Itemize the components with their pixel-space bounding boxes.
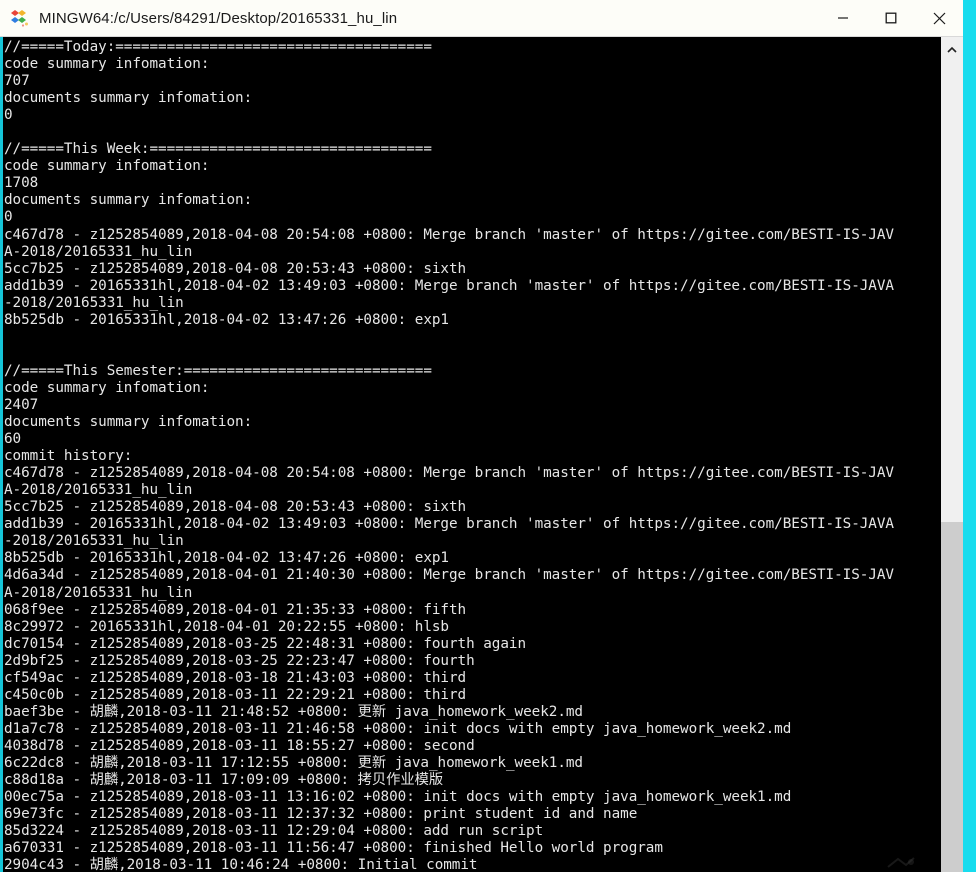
terminal-line: 60 — [4, 431, 22, 448]
terminal-line: c450c0b - z1252854089,2018-03-11 22:29:2… — [4, 686, 467, 703]
terminal-line: documents summary infomation: — [4, 192, 253, 209]
close-button[interactable] — [915, 0, 963, 36]
terminal-line: 85d3224 - z1252854089,2018-03-11 12:29:0… — [4, 823, 544, 840]
terminal-line: code summary infomation: — [4, 379, 210, 396]
terminal-line: add1b39 - 20165331hl,2018-04-02 13:49:03… — [4, 516, 894, 533]
chevron-up-icon — [947, 39, 957, 58]
terminal-line: 4038d78 - z1252854089,2018-03-11 18:55:2… — [4, 737, 475, 754]
terminal-line: 00ec75a - z1252854089,2018-03-11 13:16:0… — [4, 789, 792, 806]
terminal-line: 8c29972 - 20165331hl,2018-04-01 20:22:55… — [4, 618, 449, 635]
terminal-line: 5cc7b25 - z1252854089,2018-04-08 20:53:4… — [4, 260, 467, 277]
terminal-line: 2d9bf25 - z1252854089,2018-03-25 22:23:4… — [4, 652, 475, 669]
terminal-line: //=====This Week:=======================… — [4, 141, 432, 158]
minimize-button[interactable] — [819, 0, 867, 36]
terminal-line: documents summary infomation: — [4, 414, 253, 431]
terminal-line: c467d78 - z1252854089,2018-04-08 20:54:0… — [4, 226, 894, 243]
terminal-line: //=====This Semester:===================… — [4, 362, 432, 379]
terminal-line: 6c22dc8 - 胡麟,2018-03-11 17:12:55 +0800: … — [4, 754, 583, 771]
terminal-line: 4d6a34d - z1252854089,2018-04-01 21:40:3… — [4, 567, 894, 584]
maximize-button[interactable] — [867, 0, 915, 36]
terminal-output[interactable]: //=====Today:===========================… — [3, 37, 940, 872]
terminal-line: documents summary infomation: — [4, 90, 253, 107]
terminal-line: 0 — [4, 209, 13, 226]
terminal-line: a670331 - z1252854089,2018-03-11 11:56:4… — [4, 840, 663, 857]
terminal-line: -2018/20165331_hu_lin — [4, 294, 184, 311]
terminal-line: add1b39 - 20165331hl,2018-04-02 13:49:03… — [4, 277, 894, 294]
terminal-line: A-2018/20165331_hu_lin — [4, 482, 193, 499]
window-title: MINGW64:/c/Users/84291/Desktop/20165331_… — [39, 9, 398, 27]
terminal-line: 707 — [4, 73, 30, 90]
terminal-line: c467d78 - z1252854089,2018-04-08 20:54:0… — [4, 465, 894, 482]
git-bash-icon — [10, 8, 30, 28]
terminal-line: 5cc7b25 - z1252854089,2018-04-08 20:53:4… — [4, 499, 467, 516]
terminal-line: A-2018/20165331_hu_lin — [4, 243, 193, 260]
terminal-line: code summary infomation: — [4, 158, 210, 175]
title-bar[interactable]: MINGW64:/c/Users/84291/Desktop/20165331_… — [0, 0, 963, 37]
terminal-line: d1a7c78 - z1252854089,2018-03-11 21:46:5… — [4, 720, 792, 737]
terminal-line: 068f9ee - z1252854089,2018-04-01 21:35:3… — [4, 601, 467, 618]
scrollbar-thumb[interactable] — [941, 522, 963, 872]
terminal-line: 69e73fc - z1252854089,2018-03-11 12:37:3… — [4, 806, 638, 823]
terminal-line: -2018/20165331_hu_lin — [4, 533, 184, 550]
terminal-line: commit history: — [4, 448, 133, 465]
terminal-line: cf549ac - z1252854089,2018-03-18 21:43:0… — [4, 669, 467, 686]
terminal-line: 0 — [4, 107, 13, 124]
vertical-scrollbar[interactable] — [940, 37, 963, 872]
scrollbar-track[interactable] — [941, 59, 963, 872]
terminal-line: 8b525db - 20165331hl,2018-04-02 13:47:26… — [4, 311, 449, 328]
terminal-line: baef3be - 胡麟,2018-03-11 21:48:52 +0800: … — [4, 703, 583, 720]
terminal-line: 8b525db - 20165331hl,2018-04-02 13:47:26… — [4, 550, 449, 567]
mingw64-terminal-window: MINGW64:/c/Users/84291/Desktop/20165331_… — [0, 0, 963, 872]
terminal-line: A-2018/20165331_hu_lin — [4, 584, 193, 601]
terminal-line: 2904c43 - 胡麟,2018-03-11 10:46:24 +0800: … — [4, 857, 478, 872]
window-controls — [819, 0, 963, 36]
terminal-line: //=====Today:===========================… — [4, 39, 432, 55]
terminal-line: code summary infomation: — [4, 56, 210, 73]
terminal-line: 2407 — [4, 396, 39, 413]
terminal-line: dc70154 - z1252854089,2018-03-25 22:48:3… — [4, 635, 527, 652]
scroll-up-button[interactable] — [941, 37, 963, 59]
terminal-lines-container: //=====Today:===========================… — [4, 39, 940, 872]
terminal-line: 1708 — [4, 175, 39, 192]
terminal-area: //=====Today:===========================… — [0, 37, 963, 872]
terminal-line: c88d18a - 胡麟,2018-03-11 17:09:09 +0800: … — [4, 772, 444, 789]
